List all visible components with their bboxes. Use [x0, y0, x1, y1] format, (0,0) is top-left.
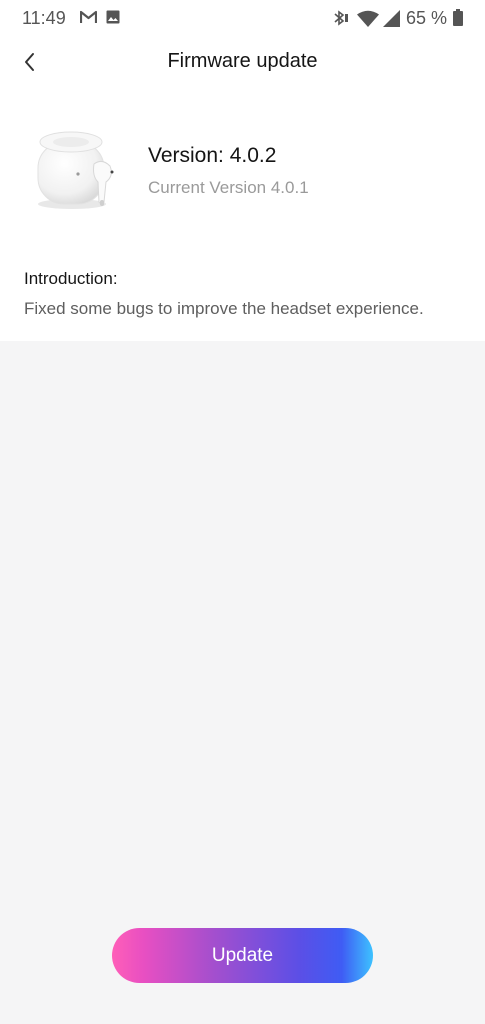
introduction-heading: Introduction:	[24, 269, 118, 288]
current-version-label: Current Version 4.0.1	[148, 178, 309, 197]
status-time: 11:49	[22, 8, 66, 28]
gmail-icon	[80, 10, 97, 23]
page-title: Firmware update	[167, 50, 318, 72]
wifi-icon	[357, 10, 379, 27]
battery-percent: 65 %	[406, 8, 448, 28]
signal-icon	[383, 10, 400, 27]
status-bar: 11:49 65 %	[0, 0, 485, 36]
update-button[interactable]: Update	[112, 928, 373, 983]
gallery-icon	[106, 10, 120, 24]
bluetooth-icon	[334, 10, 348, 26]
introduction-text: Fixed some bugs to improve the headset e…	[24, 299, 424, 318]
earbuds-case-image	[37, 131, 114, 209]
battery-icon	[453, 9, 463, 26]
new-version-label: Version: 4.0.2	[148, 144, 277, 167]
